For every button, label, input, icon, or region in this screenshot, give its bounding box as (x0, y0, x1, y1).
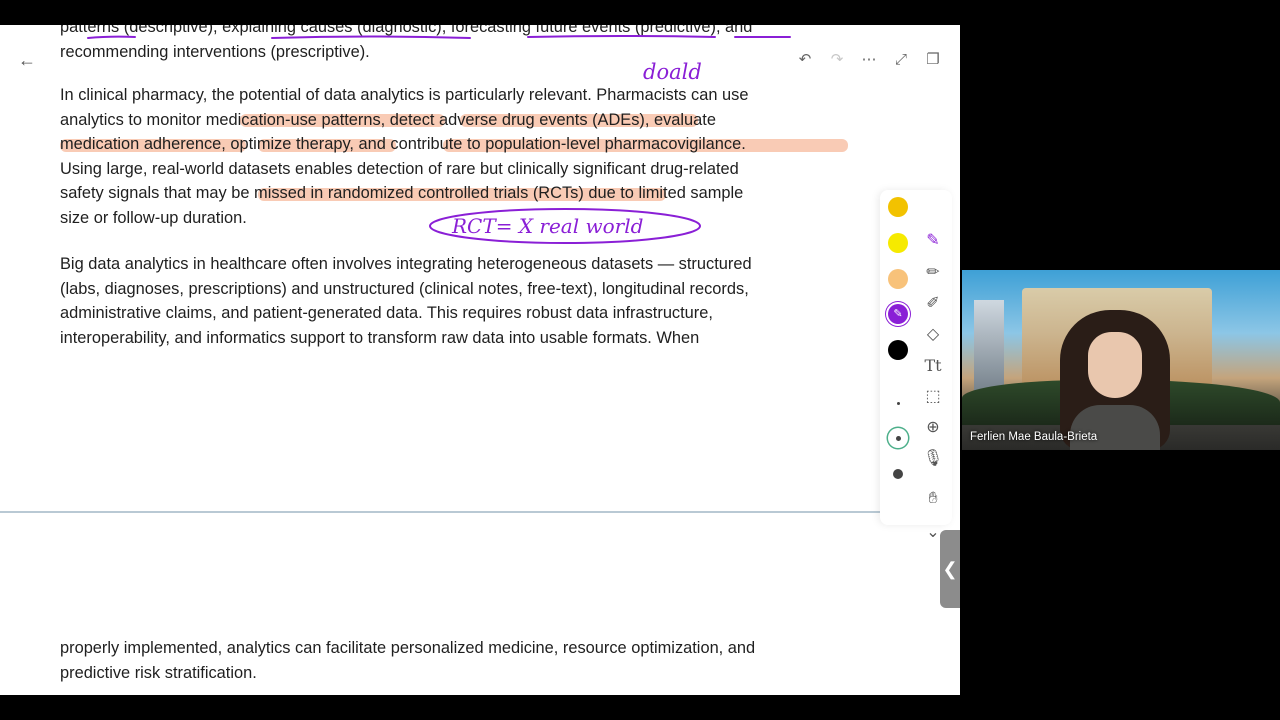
color-swatch-yellow[interactable] (888, 233, 908, 253)
add-icon[interactable]: ⊕ (920, 415, 946, 441)
highlighter-icon[interactable]: ✐ (920, 291, 946, 317)
document-toolbar: ↶ ↷ ⋯ ⤢ ❐ (792, 47, 946, 73)
copy-icon[interactable]: ❐ (920, 47, 946, 73)
ink-note-doald: doald (643, 60, 702, 84)
text-icon[interactable]: Tt (920, 353, 946, 379)
stroke-size-medium-selected[interactable] (888, 428, 908, 448)
eraser-icon[interactable]: ◇ (920, 322, 946, 348)
pencil-icon[interactable]: ✏ (920, 260, 946, 286)
pen-icon[interactable]: ✎ (920, 228, 946, 254)
ink-underline (271, 35, 471, 39)
more-icon[interactable]: ⋯ (856, 47, 882, 73)
color-swatch-peach[interactable] (888, 269, 908, 289)
ink-underline (527, 35, 716, 38)
participant-name-label: Ferlien Mae Baula-Brieta (970, 431, 1098, 443)
export-icon[interactable]: ⤢ (888, 47, 914, 73)
stroke-size-small[interactable] (888, 393, 908, 413)
redo-icon[interactable]: ↷ (824, 47, 850, 73)
ink-underline (87, 35, 136, 39)
color-swatch-purple-selected[interactable]: ✎ (888, 304, 908, 324)
mic-icon[interactable]: 🎙︎ (920, 446, 946, 472)
participant-figure (1060, 310, 1170, 450)
top-black-bar (0, 0, 1280, 25)
hand-icon[interactable]: ✋︎ (920, 486, 946, 512)
pen-tools-panel: ✎ ✎ ✏ ✐ ◇ Tt ⬚ ⊕ 🎙︎ ✋︎ ⌄ (880, 190, 952, 541)
bottom-black-bar (0, 695, 1280, 720)
participant-video[interactable]: Ferlien Mae Baula-Brieta (962, 270, 1280, 450)
color-swatch-black[interactable] (888, 340, 908, 360)
undo-icon[interactable]: ↶ (792, 47, 818, 73)
ink-annotations-layer: doald RCT= X real world (87, 35, 791, 244)
lasso-icon[interactable]: ⬚ (920, 384, 946, 410)
stroke-size-large[interactable] (888, 464, 908, 484)
color-swatch-gold[interactable] (888, 197, 908, 217)
ink-note-rct: RCT= X real world (451, 214, 643, 238)
document-canvas[interactable]: ← patterns (descriptive), explaining cau… (0, 25, 960, 695)
collapse-panel-tab[interactable]: ❮ (940, 530, 960, 608)
